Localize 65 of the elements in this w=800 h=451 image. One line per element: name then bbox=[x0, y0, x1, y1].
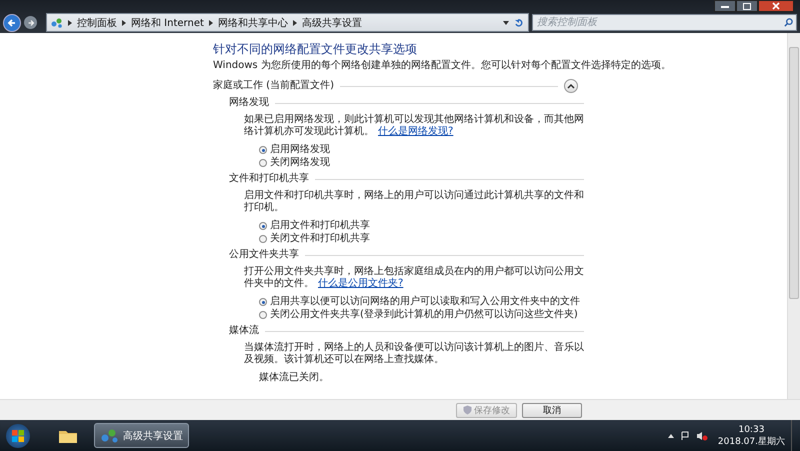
clock-time: 10:33 bbox=[738, 424, 764, 436]
help-link[interactable]: 什么是网络发现? bbox=[378, 126, 454, 137]
radio-button[interactable] bbox=[259, 146, 267, 154]
radio-button[interactable] bbox=[259, 235, 267, 243]
maximize-icon bbox=[743, 2, 751, 10]
dropdown-icon[interactable] bbox=[503, 20, 509, 24]
radio-label[interactable]: 启用共享以便可以访问网络的用户可以读取和写入公用文件夹中的文件 bbox=[270, 296, 580, 308]
shield-icon bbox=[463, 405, 472, 415]
cancel-button[interactable]: 取消 bbox=[522, 402, 582, 418]
chevron-icon bbox=[208, 20, 213, 26]
network-icon bbox=[101, 428, 119, 442]
search-icon bbox=[784, 18, 793, 27]
maximize-button[interactable] bbox=[736, 0, 758, 12]
section-heading: 公用文件夹共享 bbox=[229, 249, 299, 261]
address-bar[interactable]: 控制面板 网络和 Internet 网络和共享中心 高级共享设置 bbox=[46, 13, 529, 32]
profile-heading: 家庭或工作 (当前配置文件) bbox=[213, 80, 334, 92]
forward-arrow-icon bbox=[26, 18, 34, 26]
chevron-icon bbox=[292, 20, 297, 26]
close-button[interactable] bbox=[758, 0, 794, 12]
chevron-icon bbox=[122, 20, 126, 26]
minimize-icon bbox=[721, 4, 729, 8]
close-icon bbox=[772, 2, 780, 10]
radio-button[interactable] bbox=[259, 159, 267, 167]
section-heading: 网络发现 bbox=[229, 97, 269, 109]
radio-button[interactable] bbox=[259, 298, 267, 306]
speaker-muted-icon[interactable] bbox=[696, 430, 708, 440]
start-button[interactable] bbox=[6, 424, 30, 448]
help-link[interactable]: 什么是公用文件夹? bbox=[318, 278, 404, 289]
radio-label[interactable]: 关闭网络发现 bbox=[270, 157, 330, 169]
minimize-button[interactable] bbox=[714, 0, 736, 12]
collapse-button[interactable] bbox=[564, 79, 578, 93]
section-description: 启用文件和打印机共享时，网络上的用户可以访问通过此计算机共享的文件和打印机。 bbox=[243, 190, 584, 214]
radio-label[interactable]: 启用网络发现 bbox=[270, 144, 330, 156]
section-description: 如果已启用网络发现，则此计算机可以发现其他网络计算机和设备，而其他网络计算机亦可发现此计算机。 什么是网络发现? bbox=[243, 114, 584, 138]
breadcrumb[interactable]: 控制面板 bbox=[77, 16, 117, 30]
radio-button[interactable] bbox=[259, 222, 267, 230]
refresh-icon[interactable] bbox=[514, 18, 524, 28]
breadcrumb[interactable]: 网络和共享中心 bbox=[218, 16, 288, 30]
network-icon bbox=[51, 18, 63, 28]
forward-button[interactable] bbox=[24, 16, 37, 29]
radio-label[interactable]: 关闭公用文件夹共享(登录到此计算机的用户仍然可以访问这些文件夹) bbox=[270, 309, 578, 321]
section-description: 打开公用文件夹共享时，网络上包括家庭组成员在内的用户都可以访问公用文件夹中的文件。 什么是公用文件夹? bbox=[243, 266, 584, 290]
chevron-icon bbox=[567, 83, 575, 89]
scrollbar[interactable] bbox=[787, 33, 800, 399]
section-heading: 文件和打印机共享 bbox=[229, 173, 309, 185]
breadcrumb[interactable]: 网络和 Internet bbox=[131, 16, 204, 30]
chevron-icon bbox=[68, 20, 72, 26]
status-text: 媒体流已关闭。 bbox=[258, 372, 330, 384]
radio-label[interactable]: 启用文件和打印机共享 bbox=[270, 220, 370, 232]
back-arrow-icon bbox=[7, 18, 17, 28]
flag-icon[interactable] bbox=[680, 430, 690, 440]
radio-label[interactable]: 关闭文件和打印机共享 bbox=[270, 233, 370, 245]
taskbar-window-button[interactable]: 高级共享设置 bbox=[94, 423, 189, 448]
show-hidden-icons-button[interactable] bbox=[668, 434, 674, 438]
search-field[interactable]: 搜索控制面板 bbox=[532, 14, 797, 31]
section-heading: 媒体流 bbox=[229, 325, 259, 337]
description-text: Windows 为您所使用的每个网络创建单独的网络配置文件。您可以针对每个配置文件选择特定的选项。 bbox=[213, 60, 672, 72]
clock-date: 2018.07.星期六 bbox=[718, 436, 785, 448]
page-title: 针对不同的网络配置文件更改共享选项 bbox=[213, 42, 418, 57]
windows-logo bbox=[10, 428, 26, 444]
back-button[interactable] bbox=[3, 14, 21, 32]
radio-button[interactable] bbox=[259, 311, 267, 319]
clock[interactable]: 10:33 2018.07.星期六 bbox=[718, 424, 785, 448]
breadcrumb[interactable]: 高级共享设置 bbox=[302, 16, 362, 30]
section-description: 当媒体流打开时，网络上的人员和设备便可以访问该计算机上的图片、音乐以及视频。该计算机还可以在网络上查找媒体。 bbox=[243, 342, 584, 366]
